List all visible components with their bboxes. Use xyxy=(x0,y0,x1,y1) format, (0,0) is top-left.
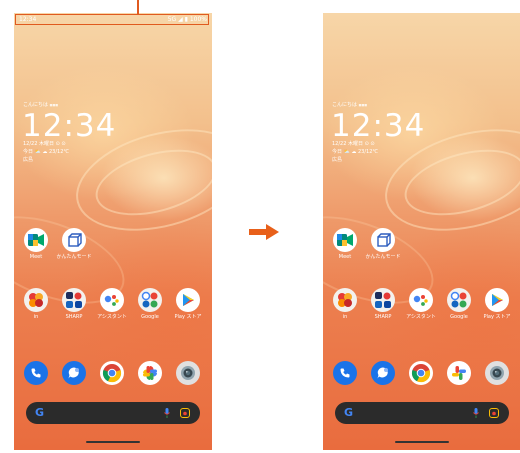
app-easy-mode[interactable]: かんたんモード xyxy=(56,228,92,260)
chrome-icon[interactable] xyxy=(100,361,124,385)
easy-mode-icon xyxy=(62,228,86,252)
easy-mode-icon xyxy=(371,228,395,252)
app-label: かんたんモード xyxy=(365,254,401,260)
photos-icon[interactable] xyxy=(138,361,162,385)
meet-icon xyxy=(24,228,48,252)
app-label: in xyxy=(342,314,348,320)
app-folder-sharp[interactable]: SHARP xyxy=(56,288,92,320)
google-logo: G xyxy=(35,406,45,419)
mic-icon[interactable] xyxy=(473,408,479,418)
app-label: アシスタント xyxy=(97,314,127,320)
right-arrow-icon xyxy=(249,224,279,240)
phone-icon[interactable] xyxy=(24,361,48,385)
greeting-text: こんにちは ■■■ xyxy=(332,102,368,108)
folder-icon xyxy=(333,288,357,312)
app-label: Meet xyxy=(29,254,43,260)
camera-icon[interactable] xyxy=(485,361,509,385)
app-folder-in[interactable]: in xyxy=(18,288,54,320)
phone-screen-after: こんにちは ■■■ 12:34 12/22 木曜日 ⊙ ⊙ 今日 ⛅ ☁ 23/… xyxy=(323,13,520,450)
play-store-icon xyxy=(485,288,509,312)
app-label: Play ストア xyxy=(174,314,202,320)
app-label: SHARP xyxy=(374,314,392,320)
google-search-bar[interactable]: G xyxy=(26,402,200,424)
assistant-icon xyxy=(409,288,433,312)
app-meet[interactable]: Meet xyxy=(327,228,363,260)
lock-location: 広島 xyxy=(332,157,343,163)
app-label: Google xyxy=(141,314,159,320)
app-folder-in[interactable]: in xyxy=(327,288,363,320)
messages-icon[interactable] xyxy=(62,361,86,385)
lock-clock: 12:34 xyxy=(22,108,117,144)
sharp-folder-icon xyxy=(371,288,395,312)
messages-icon[interactable] xyxy=(371,361,395,385)
callout-line xyxy=(137,0,139,14)
lock-location: 広島 xyxy=(23,157,34,163)
google-folder-icon xyxy=(447,288,471,312)
folder-icon xyxy=(24,288,48,312)
google-folder-icon xyxy=(138,288,162,312)
phone-screen-before: 12:34 5G ◢ ▮ 100% こんにちは ■■■ 12:34 12/22 … xyxy=(14,13,212,450)
app-folder-google[interactable]: Google xyxy=(132,288,168,320)
status-bar-highlight xyxy=(15,14,209,25)
lens-icon[interactable] xyxy=(180,408,190,418)
app-easy-mode[interactable]: かんたんモード xyxy=(365,228,401,260)
assistant-icon xyxy=(100,288,124,312)
meet-icon xyxy=(333,228,357,252)
lock-weather: 今日 ⛅ ☁ 23/12℃ xyxy=(23,149,70,155)
app-label: SHARP xyxy=(65,314,83,320)
app-label: アシスタント xyxy=(406,314,436,320)
app-folder-google[interactable]: Google xyxy=(441,288,477,320)
play-store-icon xyxy=(176,288,200,312)
app-play-store[interactable]: Play ストア xyxy=(170,288,206,320)
app-play-store[interactable]: Play ストア xyxy=(479,288,515,320)
navigation-handle[interactable] xyxy=(395,441,449,443)
app-label: Google xyxy=(450,314,468,320)
app-meet[interactable]: Meet xyxy=(18,228,54,260)
app-label: Play ストア xyxy=(483,314,511,320)
lock-weather: 今日 ⛅ ☁ 23/12℃ xyxy=(332,149,379,155)
lock-date: 12/22 木曜日 ⊙ ⊙ xyxy=(23,141,66,147)
phone-icon[interactable] xyxy=(333,361,357,385)
navigation-handle[interactable] xyxy=(86,441,140,443)
app-assistant[interactable]: アシスタント xyxy=(94,288,130,320)
camera-icon[interactable] xyxy=(176,361,200,385)
app-label: Meet xyxy=(338,254,352,260)
lock-date: 12/22 木曜日 ⊙ ⊙ xyxy=(332,141,375,147)
app-folder-sharp[interactable]: SHARP xyxy=(365,288,401,320)
app-assistant[interactable]: アシスタント xyxy=(403,288,439,320)
app-label: かんたんモード xyxy=(56,254,92,260)
lock-clock: 12:34 xyxy=(331,108,426,144)
google-search-bar[interactable]: G xyxy=(335,402,509,424)
lens-icon[interactable] xyxy=(489,408,499,418)
chrome-icon[interactable] xyxy=(409,361,433,385)
photos-icon[interactable] xyxy=(447,361,471,385)
sharp-folder-icon xyxy=(62,288,86,312)
google-logo: G xyxy=(344,406,354,419)
app-label: in xyxy=(33,314,39,320)
greeting-text: こんにちは ■■■ xyxy=(23,102,59,108)
mic-icon[interactable] xyxy=(164,408,170,418)
